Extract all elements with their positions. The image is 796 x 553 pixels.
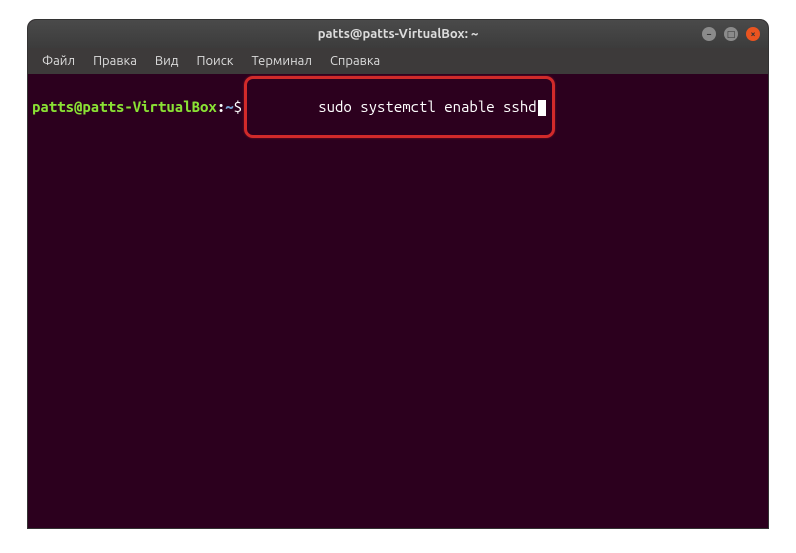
menu-terminal[interactable]: Терминал: [243, 52, 319, 70]
menubar: Файл Правка Вид Поиск Терминал Справка: [28, 48, 768, 74]
maximize-icon: □: [727, 29, 736, 40]
minimize-icon: −: [706, 29, 711, 39]
terminal-body[interactable]: patts@patts-VirtualBox:~$ sudo systemctl…: [28, 74, 768, 528]
window-title: patts@patts-VirtualBox: ~: [318, 27, 479, 41]
menu-edit[interactable]: Правка: [85, 52, 145, 70]
menu-view[interactable]: Вид: [147, 52, 187, 70]
prompt-colon: :: [217, 98, 225, 116]
menu-file[interactable]: Файл: [34, 52, 83, 70]
terminal-cursor: [538, 100, 546, 116]
command-highlight-box: sudo systemctl enable sshd: [244, 76, 555, 138]
menu-help[interactable]: Справка: [322, 52, 388, 70]
close-button[interactable]: ×: [746, 27, 760, 41]
window-controls: − □ ×: [702, 27, 760, 41]
maximize-button[interactable]: □: [724, 27, 738, 41]
minimize-button[interactable]: −: [702, 27, 716, 41]
menu-search[interactable]: Поиск: [188, 52, 241, 70]
titlebar[interactable]: patts@patts-VirtualBox: ~ − □ ×: [28, 20, 768, 48]
prompt-path: ~: [225, 98, 233, 116]
prompt-user-host: patts@patts-VirtualBox: [32, 98, 217, 116]
close-icon: ×: [750, 29, 755, 39]
prompt-line: patts@patts-VirtualBox:~$ sudo systemctl…: [32, 76, 764, 138]
prompt-symbol: $: [234, 98, 242, 116]
command-text: sudo systemctl enable sshd: [318, 98, 536, 115]
terminal-window: patts@patts-VirtualBox: ~ − □ × Файл Пра…: [28, 20, 768, 528]
